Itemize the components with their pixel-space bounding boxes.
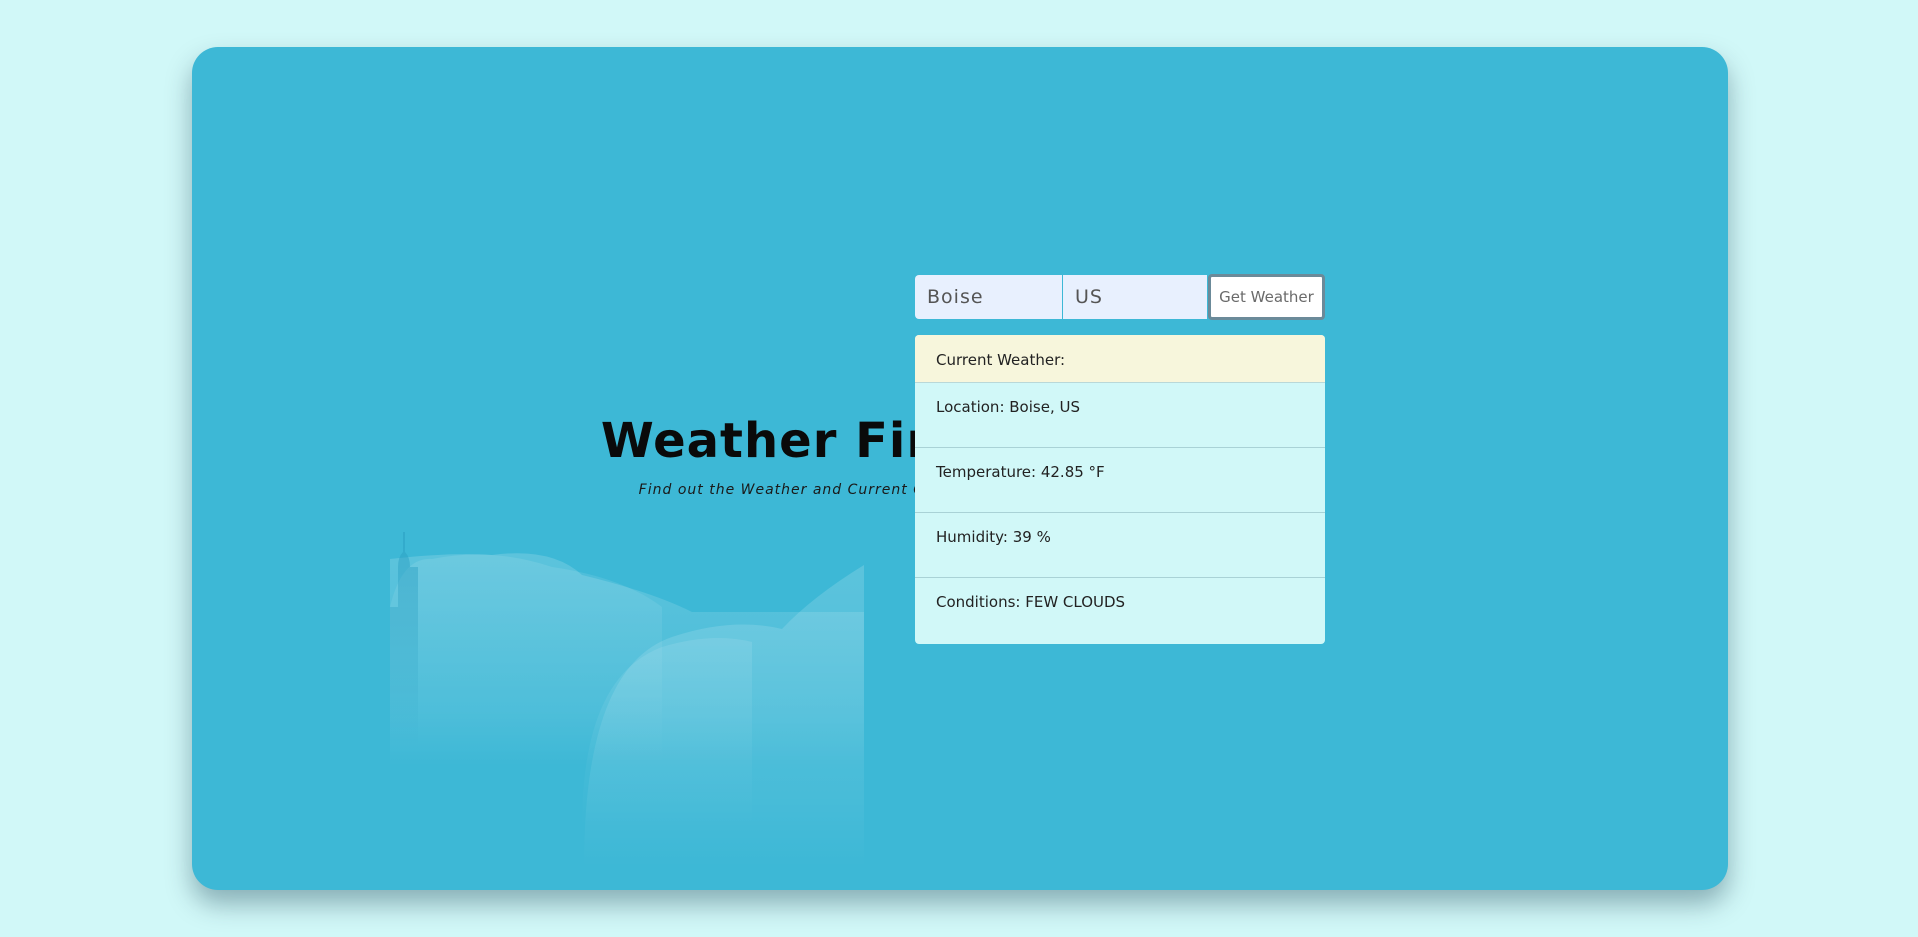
get-weather-button[interactable]: Get Weather — [1208, 274, 1325, 320]
results-heading: Current Weather: — [915, 335, 1325, 383]
result-humidity: Humidity: 39 % — [915, 513, 1325, 578]
country-input[interactable] — [1063, 275, 1207, 319]
result-temperature: Temperature: 42.85 °F — [915, 448, 1325, 513]
result-conditions: Conditions: FEW CLOUDS — [936, 593, 1126, 611]
result-location: Location: Boise, US — [915, 383, 1325, 448]
weather-results-panel: Current Weather: Location: Boise, US Tem… — [915, 335, 1325, 644]
weather-search-form: Get Weather — [915, 274, 1325, 320]
main-card: Weather Finder Find out the Weather and … — [192, 47, 1728, 890]
city-input[interactable] — [915, 275, 1062, 319]
